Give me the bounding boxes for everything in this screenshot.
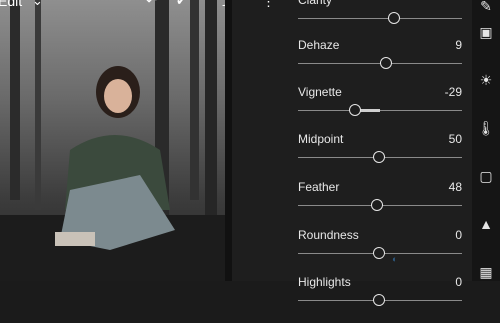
adjustment-row-feather: Feather 48 xyxy=(232,180,472,228)
adjustment-row-dehaze: Dehaze 9 xyxy=(232,38,472,86)
adjustment-value: -29 xyxy=(444,85,462,99)
undo-icon[interactable]: ↶ xyxy=(146,0,157,9)
adjustment-value: 50 xyxy=(448,132,462,146)
slider-track[interactable] xyxy=(298,151,462,163)
slider-track[interactable] xyxy=(298,104,462,116)
adjustment-row-midpoint: Midpoint 50 xyxy=(232,132,472,180)
adjustment-value: 0 xyxy=(455,228,462,242)
adjustment-label: Highlights xyxy=(298,275,351,289)
slider-thumb[interactable] xyxy=(373,294,385,306)
chevron-down-icon[interactable]: ⌄ xyxy=(32,0,43,9)
slider-track[interactable] xyxy=(298,12,462,24)
slider-thumb[interactable] xyxy=(371,199,384,211)
adjustment-label: Feather xyxy=(298,180,340,194)
watermark: ◐ xyxy=(392,254,398,264)
adjustment-row-vignette: Vignette -29 xyxy=(232,85,472,133)
adjustment-row-clarity: Clarity xyxy=(232,0,472,41)
adjustment-label: Midpoint xyxy=(298,132,344,146)
slider-thumb[interactable] xyxy=(373,247,385,259)
slider-thumb[interactable] xyxy=(349,104,362,116)
adjustment-label: Vignette xyxy=(298,85,342,99)
photo-image xyxy=(0,0,225,281)
pane-divider xyxy=(225,0,232,281)
slider-thumb[interactable] xyxy=(387,12,400,24)
edit-icon[interactable]: ✎ xyxy=(476,0,496,16)
temperature-icon[interactable]: 🌡 xyxy=(476,118,496,138)
tool-strip: ✎ ▣ ☀ 🌡 ▢ ▲ ▦ xyxy=(472,0,500,281)
slider-track[interactable] xyxy=(298,294,462,306)
effects-icon[interactable]: ▢ xyxy=(476,166,496,186)
light-icon[interactable]: ☀ xyxy=(476,70,496,90)
adjustment-label: Dehaze xyxy=(298,38,340,52)
edit-menu[interactable]: Edit xyxy=(0,0,22,9)
slider-thumb[interactable] xyxy=(373,151,385,163)
adjustment-row-highlights: Highlights 0 xyxy=(232,275,472,323)
adjustment-label: Clarity xyxy=(298,0,333,7)
optics-icon[interactable]: ▦ xyxy=(476,262,496,282)
detail-icon[interactable]: ▲ xyxy=(476,214,496,234)
slider-track[interactable] xyxy=(298,57,462,69)
check-icon[interactable]: ✔ xyxy=(176,0,187,9)
adjustment-value: 9 xyxy=(455,38,462,52)
adjustment-value: 48 xyxy=(448,180,462,194)
slider-track[interactable] xyxy=(298,199,462,211)
photo-canvas[interactable]: Edit ⌄ ↶ ✔ ⤴ xyxy=(0,0,225,281)
adjustments-panel: ⋮ Clarity Dehaze 9 Vignette -29 Midpoint 50 Fea… xyxy=(232,0,472,306)
image-icon[interactable]: ▣ xyxy=(476,22,496,42)
photo-toolbar: Edit ⌄ ↶ ✔ ⤴ xyxy=(0,0,225,16)
slider-thumb[interactable] xyxy=(380,57,393,69)
adjustment-label: Roundness xyxy=(298,228,359,242)
